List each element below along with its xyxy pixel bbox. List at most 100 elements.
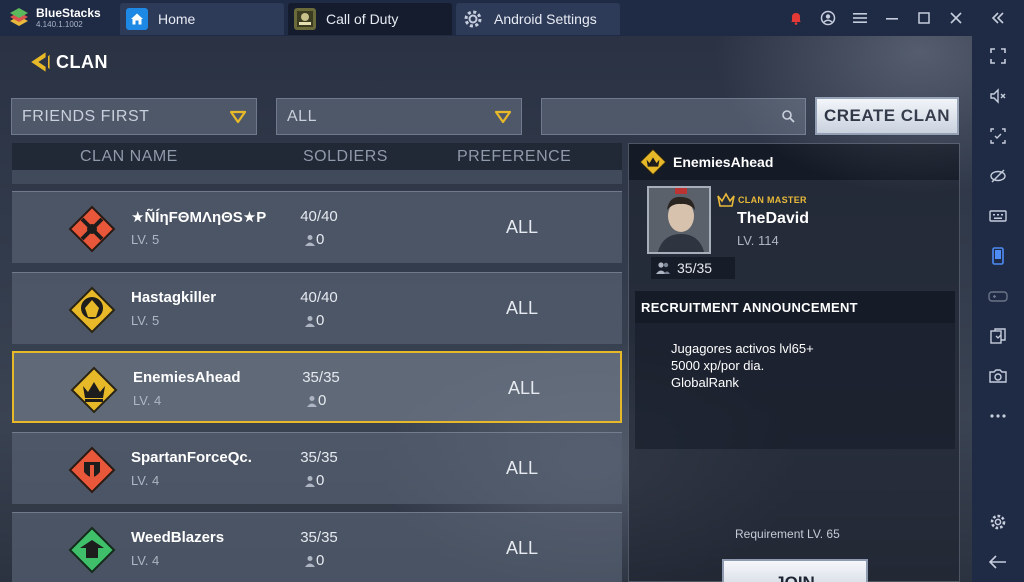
call-of-duty-icon bbox=[294, 8, 316, 30]
clan-level: LV. 4 bbox=[133, 393, 162, 408]
clan-search-input[interactable] bbox=[542, 99, 762, 134]
clan-emblem-icon bbox=[68, 526, 116, 574]
maximize-icon[interactable] bbox=[908, 0, 940, 36]
page-title: CLAN bbox=[56, 51, 108, 72]
column-preference: PREFERENCE bbox=[457, 147, 572, 165]
clan-online: 0 bbox=[304, 312, 324, 329]
clan-master-badge: CLAN MASTER bbox=[717, 192, 807, 208]
search-icon[interactable] bbox=[781, 109, 795, 123]
clan-preference: ALL bbox=[505, 538, 539, 558]
phone-icon[interactable] bbox=[972, 236, 1024, 276]
clan-soldiers: 35/35 bbox=[302, 369, 340, 386]
clan-master-name: TheDavid bbox=[737, 210, 810, 227]
clan-master-avatar[interactable] bbox=[647, 186, 711, 254]
master-rank-icon bbox=[717, 192, 735, 207]
members-icon bbox=[656, 262, 670, 274]
tab-call-of-duty[interactable]: Call of Duty bbox=[288, 3, 452, 35]
member-count: 35/35 bbox=[651, 257, 735, 279]
gamepad-icon[interactable] bbox=[972, 276, 1024, 316]
tab-call-of-duty-label: Call of Duty bbox=[326, 11, 399, 27]
copy-icon[interactable] bbox=[972, 316, 1024, 356]
tab-android-settings[interactable]: Android Settings bbox=[456, 3, 620, 35]
sort-dropdown-value: FRIENDS FIRST bbox=[22, 107, 150, 125]
clan-name: EnemiesAhead bbox=[133, 369, 241, 386]
chevron-down-icon bbox=[495, 110, 511, 124]
settings-icon[interactable] bbox=[972, 502, 1024, 542]
clan-row[interactable]: ★ÑÍηFΘMΛηΘS★P LV. 5 40/40 0 ALL bbox=[12, 191, 622, 263]
fullscreen-icon[interactable] bbox=[972, 36, 1024, 76]
clan-master-level: LV. 114 bbox=[737, 233, 779, 248]
preference-dropdown-value: ALL bbox=[287, 107, 317, 125]
clan-online-count: 0 bbox=[316, 552, 325, 569]
clan-online: 0 bbox=[306, 392, 326, 409]
clan-soldiers: 40/40 bbox=[300, 208, 338, 225]
preference-dropdown[interactable]: ALL bbox=[276, 98, 522, 135]
member-count-value: 35/35 bbox=[677, 260, 713, 276]
minimize-icon[interactable] bbox=[876, 0, 908, 36]
clan-search bbox=[541, 98, 806, 135]
menu-icon[interactable] bbox=[844, 0, 876, 36]
volume-icon[interactable] bbox=[972, 76, 1024, 116]
back-button[interactable]: CLAN bbox=[28, 46, 108, 78]
bluestacks-logo: BlueStacks 4.140.1.1002 bbox=[0, 0, 120, 36]
clan-row[interactable]: SpartanForceQc. LV. 4 35/35 0 ALL bbox=[12, 432, 622, 504]
screenshot-region-icon[interactable] bbox=[972, 116, 1024, 156]
clan-row[interactable]: Hastagkiller LV. 5 40/40 0 ALL bbox=[12, 272, 622, 344]
clan-emblem-icon bbox=[68, 446, 116, 494]
eye-off-icon[interactable] bbox=[972, 156, 1024, 196]
clan-online-count: 0 bbox=[318, 392, 327, 409]
clan-emblem-icon bbox=[70, 366, 118, 414]
home-icon bbox=[126, 8, 148, 30]
back-chevron-icon bbox=[31, 52, 50, 72]
tab-android-settings-label: Android Settings bbox=[494, 11, 597, 27]
clan-online-count: 0 bbox=[316, 312, 325, 329]
clan-name: WeedBlazers bbox=[131, 529, 225, 546]
person-icon bbox=[305, 234, 315, 246]
bluestacks-sidebar bbox=[972, 36, 1024, 582]
clan-detail-panel: EnemiesAhead CLAN MASTER TheDavid LV. 11… bbox=[628, 143, 960, 582]
recruitment-announcement: Jugagores activos lvl65+ 5000 xp/por dia… bbox=[635, 323, 955, 449]
clan-online: 0 bbox=[304, 472, 324, 489]
bluestacks-logo-icon bbox=[8, 7, 30, 29]
clan-level: LV. 5 bbox=[131, 313, 160, 328]
list-top-divider bbox=[12, 170, 622, 184]
column-clan-name: CLAN NAME bbox=[80, 147, 178, 165]
clan-online-count: 0 bbox=[316, 472, 325, 489]
clan-emblem-icon bbox=[639, 148, 667, 176]
title-bar: BlueStacks 4.140.1.1002 Home Call of Dut… bbox=[0, 0, 1024, 36]
clan-soldiers: 35/35 bbox=[300, 529, 338, 546]
person-icon bbox=[307, 395, 317, 407]
clan-master-label: CLAN MASTER bbox=[738, 195, 807, 205]
recruitment-line: GlobalRank bbox=[671, 375, 739, 390]
clan-preference: ALL bbox=[505, 458, 539, 478]
sort-dropdown[interactable]: FRIENDS FIRST bbox=[11, 98, 257, 135]
app-name: BlueStacks bbox=[36, 6, 101, 20]
close-icon[interactable] bbox=[940, 0, 972, 36]
notification-bell-icon[interactable] bbox=[780, 0, 812, 36]
clan-soldiers: 40/40 bbox=[300, 289, 338, 306]
game-viewport: CLAN FRIENDS FIRST ALL CREATE CLAN CLAN … bbox=[0, 36, 972, 582]
clan-name: SpartanForceQc. bbox=[131, 449, 252, 466]
person-icon bbox=[305, 315, 315, 327]
more-icon[interactable] bbox=[972, 396, 1024, 436]
account-icon[interactable] bbox=[812, 0, 844, 36]
clan-name: Hastagkiller bbox=[131, 289, 217, 306]
clan-emblem-icon bbox=[68, 205, 116, 253]
person-icon bbox=[305, 475, 315, 487]
collapse-sidebar-icon[interactable] bbox=[972, 0, 1024, 36]
clan-online: 0 bbox=[304, 552, 324, 569]
create-clan-button[interactable]: CREATE CLAN bbox=[815, 97, 959, 135]
recruitment-title: RECRUITMENT ANNOUNCEMENT bbox=[641, 299, 858, 315]
tab-home[interactable]: Home bbox=[120, 3, 284, 35]
clan-level: LV. 5 bbox=[131, 232, 160, 247]
clan-row[interactable]: WeedBlazers LV. 4 35/35 0 ALL bbox=[12, 512, 622, 582]
clan-online: 0 bbox=[304, 231, 324, 248]
back-arrow-icon[interactable] bbox=[972, 542, 1024, 582]
clan-preference: ALL bbox=[505, 217, 539, 237]
window-controls bbox=[780, 0, 1024, 36]
clan-row-selected[interactable]: EnemiesAhead LV. 4 35/35 0 ALL bbox=[12, 351, 622, 423]
camera-icon[interactable] bbox=[972, 356, 1024, 396]
join-button[interactable]: JOIN bbox=[722, 559, 868, 582]
keyboard-icon[interactable] bbox=[972, 196, 1024, 236]
column-soldiers: SOLDIERS bbox=[303, 147, 388, 165]
